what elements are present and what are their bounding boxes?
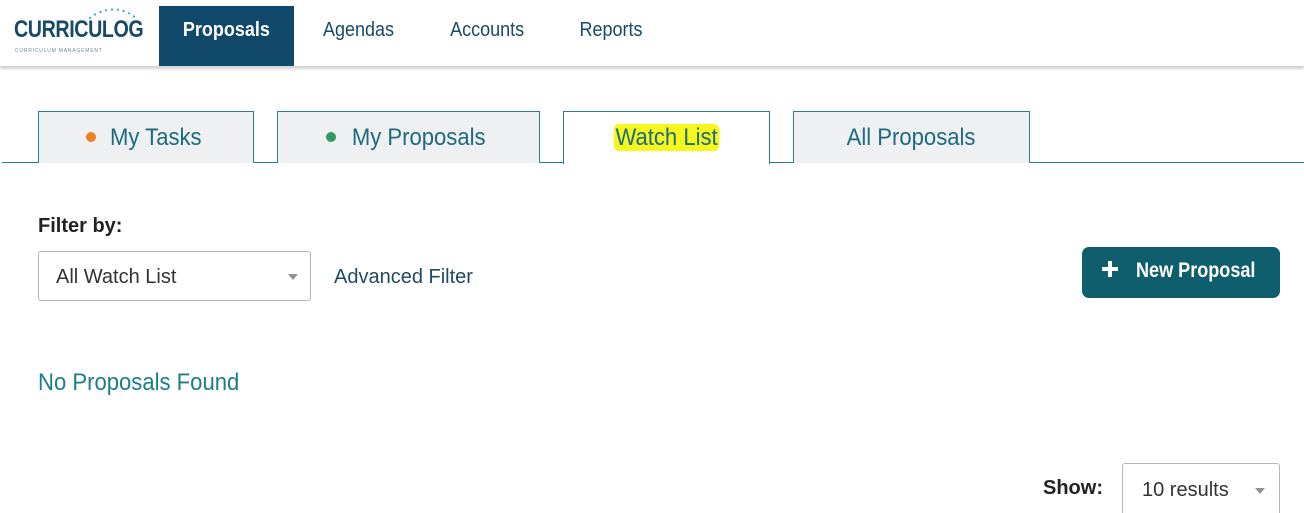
nav-accounts[interactable]: Accounts: [432, 6, 542, 66]
nav-reports-label: Reports: [579, 19, 644, 41]
chevron-down-icon: [288, 274, 298, 280]
tab-my-proposals-label: My Proposals: [351, 124, 486, 151]
empty-message-text: No Proposals Found: [38, 369, 240, 396]
tab-watch-list-label: Watch List: [613, 124, 720, 151]
tab-all-proposals-label: All Proposals: [847, 124, 976, 151]
nav-proposals-label: Proposals: [182, 19, 271, 41]
nav-reports[interactable]: Reports: [564, 6, 659, 66]
green-status-dot-icon: [325, 132, 336, 142]
show-label: Show:: [1043, 477, 1103, 499]
advanced-filter-link[interactable]: Advanced Filter: [334, 266, 473, 289]
tab-all-proposals[interactable]: All Proposals: [793, 111, 1030, 163]
filter-selected-value: All Watch List: [56, 266, 177, 288]
filter-by-label: Filter by:: [38, 215, 123, 237]
curriculog-logo[interactable]: CURRICULOG CURRICULUM MANAGEMENT: [12, 6, 144, 60]
chevron-down-icon: [1255, 488, 1265, 494]
page-size-value: 10 results: [1142, 479, 1229, 501]
nav-agendas-label: Agendas: [322, 19, 395, 41]
tab-my-tasks[interactable]: My Tasks: [38, 111, 254, 163]
top-navigation-bar: CURRICULOG CURRICULUM MANAGEMENT Proposa…: [0, 0, 1304, 67]
no-proposals-message: No Proposals Found: [38, 369, 257, 397]
orange-status-dot-icon: [86, 132, 97, 142]
nav-agendas[interactable]: Agendas: [306, 6, 411, 66]
tab-my-tasks-label: My Tasks: [110, 124, 202, 151]
nav-accounts-label: Accounts: [449, 19, 525, 41]
page-size-select[interactable]: 10 results: [1122, 463, 1280, 513]
new-proposal-button[interactable]: New Proposal: [1082, 247, 1280, 298]
logo-tagline: CURRICULUM MANAGEMENT: [15, 48, 103, 54]
logo-wordmark: CURRICULOG: [14, 16, 144, 43]
new-proposal-label: New Proposal: [1136, 259, 1256, 282]
watch-list-filter-select[interactable]: All Watch List: [38, 251, 311, 301]
tab-my-proposals[interactable]: My Proposals: [277, 111, 540, 163]
nav-proposals[interactable]: Proposals: [159, 6, 294, 66]
plus-icon: [1102, 261, 1118, 277]
tab-watch-list[interactable]: Watch List: [563, 111, 770, 164]
